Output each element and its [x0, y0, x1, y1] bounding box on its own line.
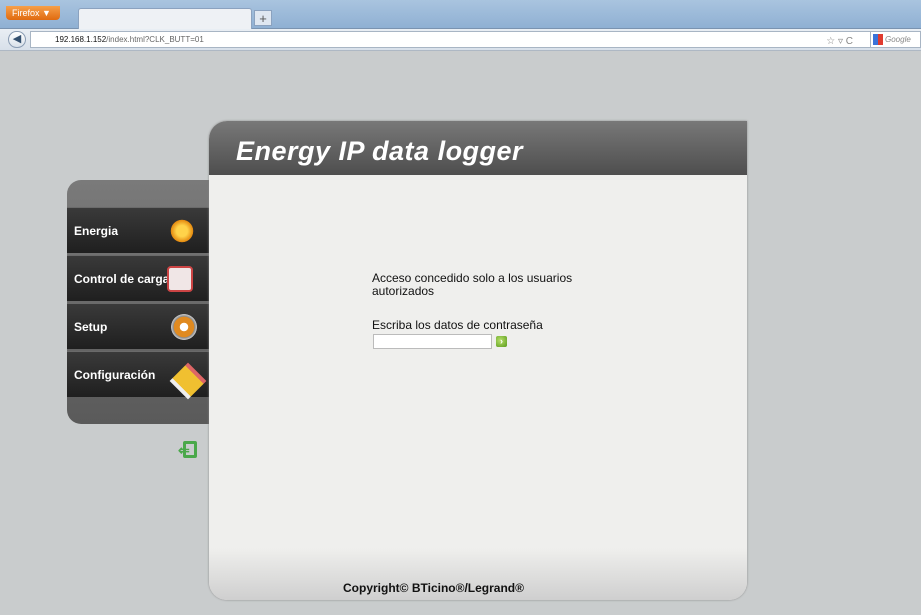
navigation-bar: ◀ 192.168.1.152/index.html?CLK_BUTT=01 ☆…	[0, 29, 921, 51]
copyright-text: Copyright© BTicino®/Legrand®	[343, 581, 524, 595]
logout-button[interactable]: ⇐	[178, 441, 198, 458]
bookmark-star-icon[interactable]: ☆ ▿ C	[826, 34, 853, 49]
exit-arrow-icon: ⇐	[178, 442, 190, 458]
password-prompt: Escriba los datos de contraseña	[372, 318, 543, 332]
go-arrow-icon: ›	[500, 336, 503, 346]
url-path: /index.html?CLK_BUTT=01	[106, 35, 204, 44]
search-box[interactable]: Google	[870, 31, 921, 48]
main-panel	[209, 121, 747, 600]
menu-item-label: Control de cargas	[74, 272, 177, 286]
menu-item-label: Setup	[74, 320, 108, 334]
tab-bar: Firefox ▼ +	[0, 0, 921, 29]
menu-item-label: Energia	[74, 224, 119, 238]
menu-item-setup[interactable]: Setup	[67, 303, 209, 349]
browser-tab[interactable]	[78, 8, 252, 29]
back-button[interactable]: ◀	[8, 31, 26, 48]
firefox-menu-button[interactable]: Firefox ▼	[6, 6, 60, 20]
pencil-icon	[169, 362, 207, 400]
submit-button[interactable]: ›	[496, 336, 507, 347]
search-placeholder: Google	[885, 35, 911, 44]
menu-item-energia[interactable]: Energia	[67, 207, 209, 253]
menu-item-label: Configuración	[74, 368, 156, 382]
menu-item-configuracion[interactable]: Configuración	[67, 351, 209, 400]
url-host: 192.168.1.152	[55, 35, 107, 44]
menu-item-control-de-cargas[interactable]: Control de cargas	[67, 255, 209, 301]
plug-icon	[167, 266, 193, 292]
energy-icon	[169, 218, 195, 244]
url-bar[interactable]: 192.168.1.152/index.html?CLK_BUTT=01 ☆ ▿…	[30, 31, 888, 48]
new-tab-button[interactable]: +	[254, 10, 272, 26]
password-field[interactable]	[373, 334, 492, 349]
page-title: Energy IP data logger	[236, 136, 524, 166]
back-arrow-icon: ◀	[12, 33, 22, 45]
access-message: Acceso concedido solo a los usuarios aut…	[372, 271, 573, 298]
gear-icon	[171, 314, 197, 340]
google-icon	[873, 34, 883, 45]
